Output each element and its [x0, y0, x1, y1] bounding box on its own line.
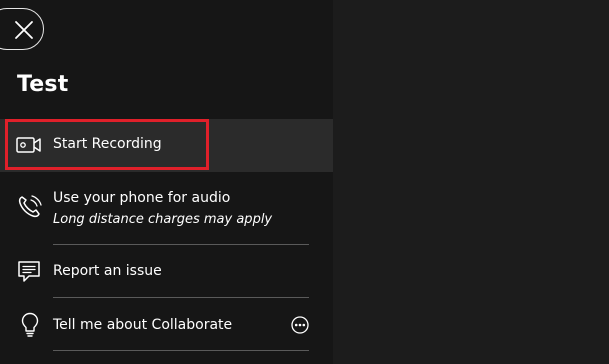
phone-audio-item[interactable]: Use your phone for audio Long distance c…: [0, 180, 333, 244]
phone-audio-sublabel: Long distance charges may apply: [53, 212, 273, 227]
divider: [53, 297, 309, 298]
lightbulb-icon: [21, 312, 39, 337]
report-issue-label: Report an issue: [53, 263, 162, 279]
video-camera-icon: [16, 137, 41, 153]
phone-audio-label: Use your phone for audio: [53, 190, 231, 206]
chat-feedback-icon: [18, 261, 40, 282]
panel-title: Test: [17, 72, 69, 97]
divider: [53, 244, 309, 245]
about-collaborate-label: Tell me about Collaborate: [53, 317, 233, 333]
divider: [53, 350, 309, 351]
side-panel: Test Start Recording Use your phone for …: [0, 0, 333, 364]
start-recording-label: Start Recording: [53, 136, 162, 152]
report-issue-item[interactable]: Report an issue: [0, 250, 333, 296]
ellipsis-circle-icon[interactable]: [291, 316, 309, 334]
start-recording-item[interactable]: Start Recording: [0, 119, 333, 172]
about-collaborate-item[interactable]: Tell me about Collaborate: [0, 303, 333, 349]
close-button[interactable]: [0, 8, 44, 50]
close-icon: [15, 21, 33, 39]
phone-icon: [18, 195, 42, 218]
